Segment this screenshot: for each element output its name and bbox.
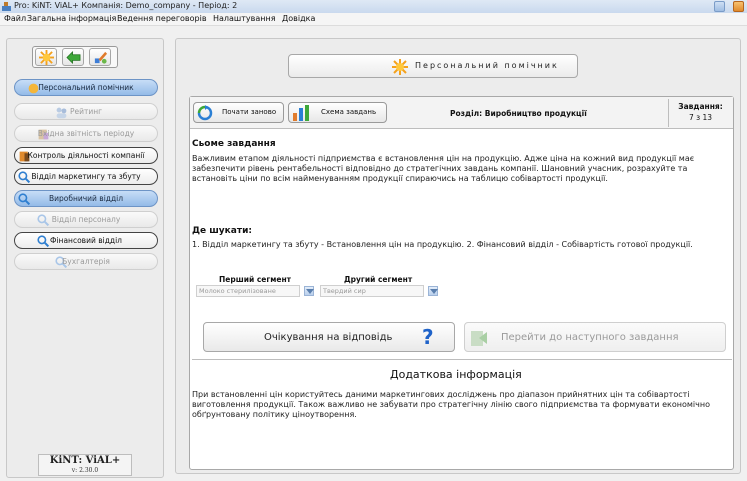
chevron-down-icon [430,289,438,294]
menu-settings[interactable]: Налаштування [213,14,276,23]
where-title: Де шукати: [192,226,252,236]
title-bar: Pro: KiNT: ViAL+ Компанія: Demo_company … [0,0,747,13]
extra-info-text: При встановленні цін користуйтесь даними… [192,390,710,419]
where-description: 1. Відділ маркетингу та збуту - Встановл… [192,240,693,249]
refresh-icon [197,105,213,121]
back-button[interactable] [62,48,84,66]
header-title: Персональний помічник [415,61,559,70]
menu-file[interactable]: Файл [4,14,26,23]
sidebar-item-accounting[interactable]: Бухгалтерія [14,253,158,270]
question-icon: ? [422,325,434,349]
task-description: Важливим етапом діяльності підприємства … [192,154,695,183]
sun-icon [39,50,54,65]
magnifier-icon [18,193,31,206]
segment1-dropdown-button[interactable] [304,286,314,296]
task-scheme-button[interactable]: Схема завдань [288,102,387,123]
magnifier-icon [37,214,50,227]
menu-negotiations[interactable]: Ведення переговорів [117,14,207,23]
segment1-select[interactable]: Молоко стерилізоване [196,285,300,297]
assistant-toggle-button[interactable] [35,48,57,66]
sidebar-item-rating[interactable]: Рейтинг [14,103,158,120]
logo-version: v: 2.30.0 [71,467,99,474]
tools-button[interactable] [89,48,111,66]
sidebar-item-finance[interactable]: Фінансовий відділ [14,232,158,249]
sidebar-item-production[interactable]: Виробничий відділ [14,190,158,207]
app-icon [2,2,11,11]
divider [192,359,732,360]
magnifier-icon [18,171,31,184]
logo-name: KiNT: ViAL+ [49,455,121,466]
section-label: Розділ: Виробництво продукції [450,109,587,118]
personal-assistant-header[interactable]: Персональний помічник [288,54,578,78]
app-logo: KiNT: ViAL+ v: 2.30.0 [38,454,132,476]
menu-help[interactable]: Довідка [282,14,315,23]
task-title: Сьоме завдання [192,139,276,149]
arrow-left-icon [66,50,81,65]
minimize-button[interactable] [714,1,725,12]
tools-icon [94,51,108,64]
extra-info-title: Додаткова інформація [390,368,522,381]
sidebar-item-period-reports[interactable]: Вхідна звітність періоду [14,125,158,142]
segment2-select[interactable]: Твердий сир [320,285,424,297]
menu-general-info[interactable]: Загальна інформація [27,14,116,23]
window-title: Pro: KiNT: ViAL+ Компанія: Demo_company … [14,1,238,10]
close-button[interactable] [733,1,744,12]
sidebar-item-company-control[interactable]: Контроль діяльності компанії [14,147,158,164]
restart-button[interactable]: Почати заново [193,102,284,123]
next-task-icon [471,331,487,346]
sun-icon [392,59,408,75]
segment1-label: Перший сегмент [219,275,292,284]
task-counter-title: Завдання: [678,102,723,111]
next-task-button[interactable]: Перейти до наступного завдання [464,322,726,352]
sidebar-item-personnel[interactable]: Відділ персоналу [14,211,158,228]
sidebar-item-marketing[interactable]: Відділ маркетингу та збуту [14,168,158,185]
task-counter: Завдання: 7 з 13 [668,99,732,127]
awaiting-answer-button[interactable]: Очікування на відповідь ? [203,322,455,352]
chevron-down-icon [306,289,314,294]
segment2-label: Другий сегмент [344,275,413,284]
people-icon [56,107,67,119]
bar-chart-icon [293,105,309,121]
magnifier-icon [37,235,50,248]
segment2-dropdown-button[interactable] [428,286,438,296]
menu-bar: Файл Загальна інформація Ведення перегов… [0,13,747,26]
sidebar-item-personal-assistant[interactable]: Персональний помічник [14,79,158,96]
task-counter-value: 7 з 13 [688,113,713,122]
